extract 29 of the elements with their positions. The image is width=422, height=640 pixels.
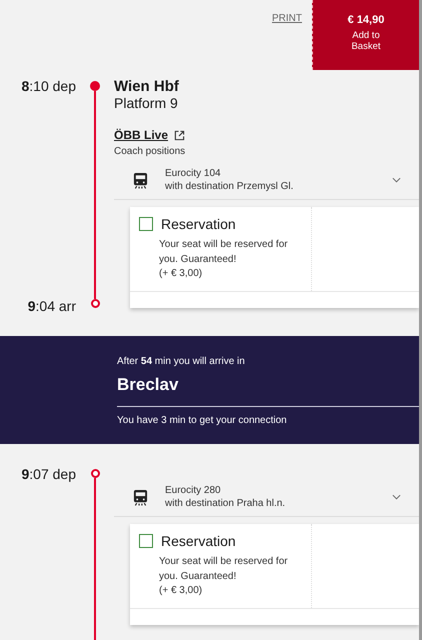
reservation-price: (+ € 3,00) [159,584,204,598]
reservation-price: (+ € 3,00) [159,267,204,281]
reservation-description: Your seat will be reserved for you. Guaranteed! [159,238,289,267]
train-name: Eurocity 280 [165,484,222,497]
station-name: Wien Hbf [114,78,179,95]
coach-positions-label: Coach positions [114,146,186,157]
reservation-description: Your seat will be reserved for you. Guaranteed! [159,555,289,584]
reservation-title: Reservation [161,533,236,549]
add-to-basket-button[interactable]: € 14,90 Add to Basket [312,0,419,70]
live-link[interactable]: ÖBB Live [114,128,168,142]
train-destination: with destination Praha hl.n. [165,497,286,510]
platform-label: Platform 9 [114,95,178,112]
train-destination: with destination Przemysl Gl. [165,180,294,193]
transfer-intro: After 54 min you will arrive in [117,356,245,367]
train-icon [133,488,148,506]
train-icon [133,172,148,188]
reservation-checkbox[interactable] [139,217,153,231]
reservation-title: Reservation [161,216,236,232]
arrival-time: 9:04 arr [28,298,76,314]
reservation-checkbox[interactable] [139,534,153,548]
chevron-icon[interactable] [392,177,401,183]
connection-note: You have 3 min to get your connection [117,406,419,426]
chevron-icon[interactable] [392,494,401,500]
print-link[interactable]: PRINT [272,13,302,24]
departure-time: 8:10 dep [21,78,76,94]
train-name: Eurocity 104 [165,167,222,180]
departure-time: 9:07 dep [21,466,76,482]
transfer-station: Breclav [117,375,178,395]
external-link-icon [174,130,186,140]
